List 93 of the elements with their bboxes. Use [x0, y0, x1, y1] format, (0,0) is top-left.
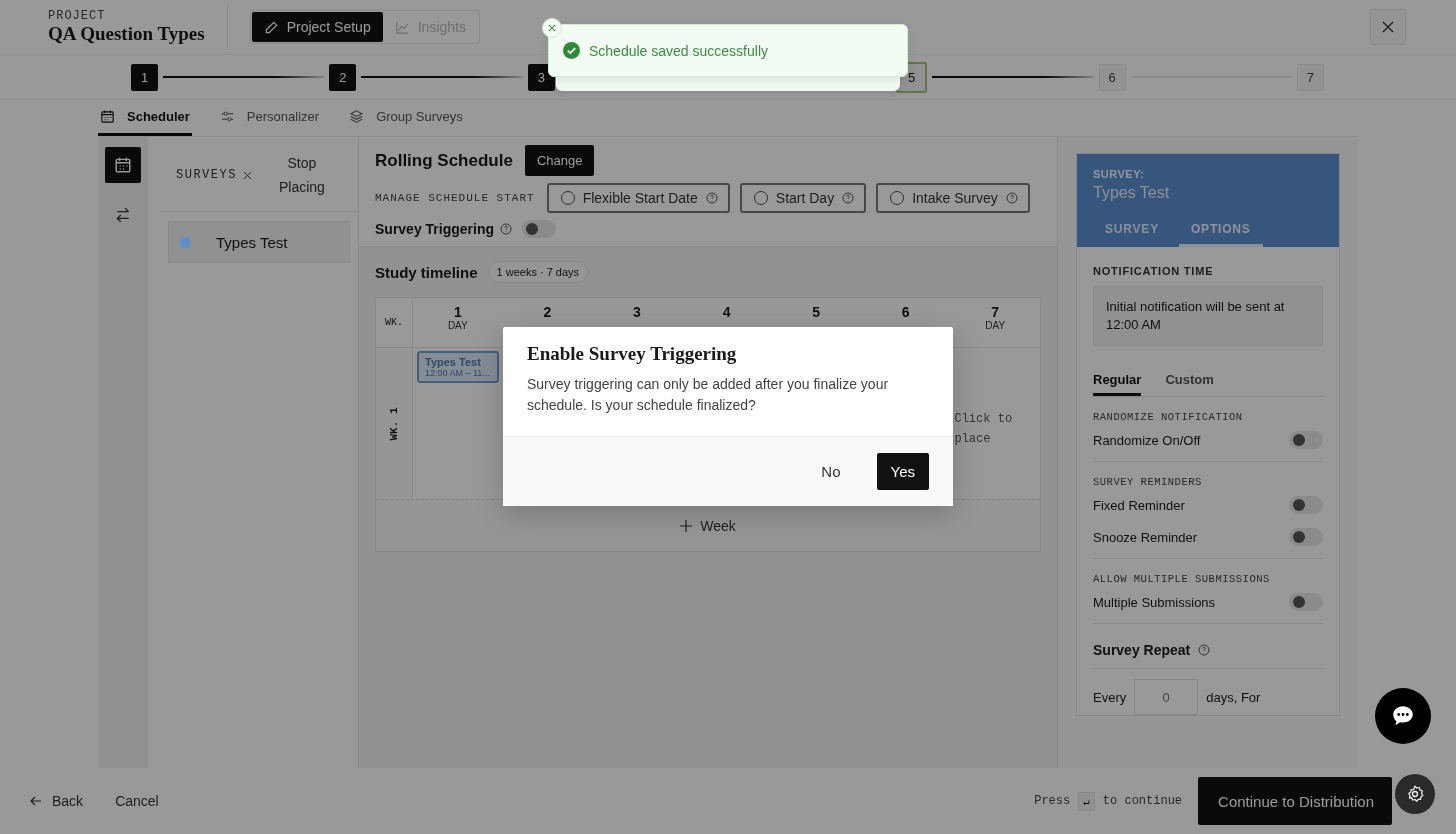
toggle-label: Randomize On/Off	[1093, 432, 1201, 448]
tab[interactable]: Personalizer	[217, 100, 322, 136]
day-number: 4	[722, 304, 731, 320]
schedule-start-label: MANAGE SCHEDULE START	[375, 192, 535, 204]
event-title: Types Test	[425, 356, 482, 368]
help-icon	[1005, 192, 1018, 204]
place-hint: Click to place	[954, 411, 1014, 448]
toggle-switch[interactable]	[1289, 431, 1323, 449]
group-heading: RANDOMIZE NOTIFICATION	[1093, 411, 1244, 423]
toast-message: Schedule saved successfully	[589, 42, 768, 59]
toggle-switch[interactable]	[1289, 528, 1323, 546]
start-option[interactable]: Flexible Start Date	[546, 183, 730, 213]
group-heading: SURVEY REMINDERS	[1093, 476, 1203, 488]
gear-icon	[1405, 784, 1425, 804]
dialog-message: Survey triggering can only be added after you finalize your schedule. Is your schedule finalized?	[527, 375, 890, 415]
day-number: 1	[453, 304, 462, 320]
calendar-icon	[100, 109, 115, 124]
stop-placing-button[interactable]: Stop Placing	[267, 151, 336, 199]
survey-name: Types Test	[216, 233, 288, 251]
step-number[interactable]: 7	[1297, 63, 1324, 91]
toggle-switch[interactable]	[1289, 593, 1323, 611]
help-icon	[500, 223, 513, 235]
step-number[interactable]: 3	[527, 63, 555, 91]
help-icon	[842, 192, 855, 204]
tab[interactable]: Group Surveys	[347, 100, 465, 136]
group-heading: ALLOW MULTIPLE SUBMISSIONS	[1093, 573, 1271, 585]
day-number: 3	[633, 304, 641, 320]
schedule-title: Rolling Schedule	[375, 150, 513, 171]
notification-heading: NOTIFICATION TIME	[1093, 265, 1215, 277]
day-number: 7	[991, 304, 1000, 320]
repeat-input[interactable]: 0	[1134, 679, 1199, 715]
plus-icon	[680, 519, 693, 532]
step-number[interactable]: 6	[1098, 63, 1126, 91]
help-icon	[705, 192, 718, 204]
cancel-button[interactable]: No	[807, 453, 855, 490]
enter-key: ↵	[1078, 791, 1095, 811]
rail-button[interactable]	[105, 147, 141, 183]
settings-button[interactable]	[1395, 774, 1435, 814]
day-number: 2	[543, 304, 552, 320]
mode-tab[interactable]: Regular	[1093, 372, 1142, 396]
calendar-icon	[114, 156, 132, 174]
chart-icon	[394, 19, 410, 35]
back-button[interactable]: Back	[30, 787, 96, 815]
change-button[interactable]: Change	[524, 145, 595, 176]
survey-label: SURVEY:	[1093, 168, 1146, 180]
confirm-button[interactable]: Yes	[876, 453, 929, 490]
project-label: PROJECT	[48, 9, 107, 23]
start-option[interactable]: Start Day	[739, 183, 867, 213]
timeline-title: Study timeline	[375, 263, 478, 281]
close-icon[interactable]	[242, 170, 252, 180]
day-number: 6	[901, 304, 910, 320]
timeline-badge: 1 weeks · 7 days	[487, 261, 589, 283]
step-number[interactable]: 2	[329, 63, 357, 91]
week-header: WK.	[376, 298, 413, 347]
triggering-label: Survey Triggering	[375, 221, 495, 237]
day-number: 5	[812, 304, 820, 320]
survey-item[interactable]: Types Test	[168, 221, 350, 263]
surveys-heading: SURVEYS	[176, 168, 237, 182]
close-icon	[1380, 19, 1396, 35]
swap-icon	[114, 206, 132, 224]
days-label: days, For	[1206, 689, 1261, 705]
cancel-button[interactable]: Cancel	[115, 787, 171, 815]
toggle-label: Snooze Reminder	[1093, 529, 1198, 545]
week-label: WK. 1	[388, 407, 400, 440]
notification-text: Initial notification will be sent at 12:00 AM	[1093, 286, 1323, 346]
event-time: 12:00 AM – 11...	[425, 368, 491, 378]
layers-icon	[349, 109, 365, 124]
press-label: Press	[1034, 794, 1071, 808]
project-title: QA Question Types	[48, 23, 205, 45]
toggle-switch[interactable]	[1289, 496, 1323, 514]
help-icon	[1198, 644, 1211, 656]
survey-title: Types Test	[1093, 184, 1171, 202]
close-icon	[548, 24, 556, 32]
arrow-left-icon	[30, 795, 42, 807]
toggle-label: Fixed Reminder	[1093, 497, 1185, 513]
chat-button[interactable]	[1375, 688, 1431, 744]
toggle-label: Multiple Submissions	[1093, 594, 1216, 610]
sliders-icon	[219, 109, 235, 124]
start-option[interactable]: Intake Survey	[876, 183, 1030, 213]
check-icon	[563, 42, 580, 59]
mode-tab[interactable]: Custom	[1165, 372, 1214, 396]
repeat-title: Survey Repeat	[1093, 642, 1191, 658]
dialog-title: Enable Survey Triggering	[527, 343, 737, 364]
toggle-switch[interactable]	[522, 220, 557, 238]
continue-button[interactable]: Continue to Distribution	[1198, 777, 1392, 825]
close-button[interactable]	[542, 18, 562, 38]
every-label: Every	[1093, 689, 1127, 705]
pencil-icon	[263, 19, 279, 35]
day-label: DAY	[447, 320, 468, 331]
day-label: DAY	[985, 320, 1006, 331]
mode-tab[interactable]: Project Setup	[251, 12, 383, 42]
continue-hint: to continue	[1102, 794, 1183, 808]
step-number[interactable]: 1	[131, 63, 158, 91]
